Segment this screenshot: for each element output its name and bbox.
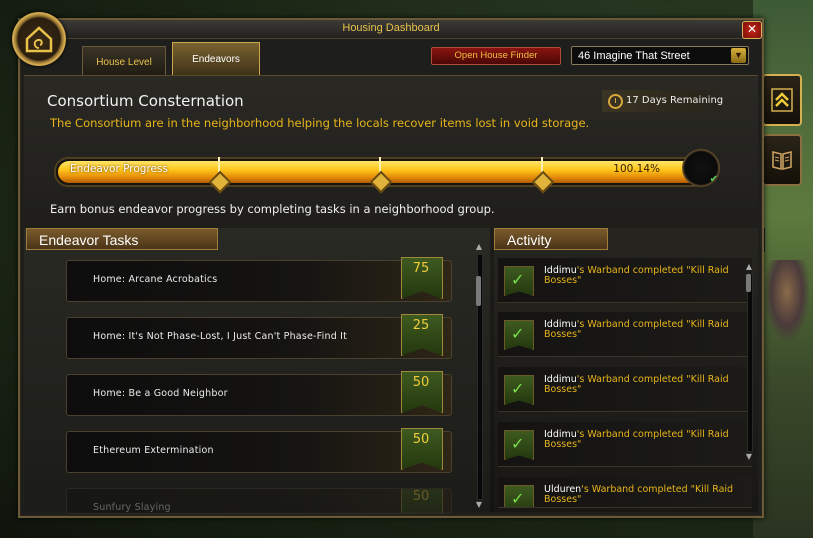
scroll-thumb[interactable] xyxy=(746,274,751,292)
activity-text: Ulduren's Warband completed "Kill Raid B… xyxy=(544,485,734,505)
endeavor-description: The Consortium are in the neighborhood h… xyxy=(50,116,590,130)
open-house-finder-button[interactable]: Open House Finder xyxy=(431,47,561,65)
world-character xyxy=(765,260,809,340)
task-points: 50 xyxy=(412,489,430,504)
activity-item: ✓ Ulduren's Warband completed "Kill Raid… xyxy=(498,477,752,508)
scroll-track[interactable] xyxy=(747,274,753,452)
neighborhood-dropdown[interactable]: 46 Imagine That Street ▼ xyxy=(571,46,749,65)
scroll-up-icon[interactable]: ▲ xyxy=(474,242,484,252)
endeavor-progress-bar: Endeavor Progress 100.14% xyxy=(54,157,708,194)
title-bar[interactable]: Housing Dashboard ✕ xyxy=(20,20,762,39)
task-points: 25 xyxy=(412,318,430,333)
book-icon xyxy=(772,150,792,171)
task-name: Ethereum Extermination xyxy=(93,445,214,456)
clock-icon xyxy=(608,94,623,109)
task-name: Home: It's Not Phase-Lost, I Just Can't … xyxy=(93,331,348,342)
endeavor-tasks-header: Endeavor Tasks xyxy=(26,228,218,250)
task-points: 50 xyxy=(412,375,430,390)
scroll-thumb[interactable] xyxy=(476,276,481,306)
activity-text: Iddimu's Warband completed "Kill Raid Bo… xyxy=(544,375,734,395)
time-remaining-badge: 17 Days Remaining xyxy=(602,90,732,112)
check-icon: ✔ xyxy=(709,174,718,185)
tab-endeavors[interactable]: Endeavors xyxy=(172,42,260,75)
task-row[interactable]: Ethereum Extermination 50 xyxy=(66,428,452,473)
scroll-down-icon[interactable]: ▼ xyxy=(474,500,484,510)
neighborhood-dropdown-value: 46 Imagine That Street xyxy=(578,50,690,62)
progress-reward-orb[interactable]: ✔ xyxy=(682,149,720,187)
activity-scrollbar[interactable]: ▲ ▼ xyxy=(744,262,754,462)
time-remaining-text: 17 Days Remaining xyxy=(626,95,724,106)
activity-text: Iddimu's Warband completed "Kill Raid Bo… xyxy=(544,430,734,450)
side-button-journal[interactable] xyxy=(762,134,802,186)
task-name: Sunfury Slaying xyxy=(93,502,171,513)
task-name: Home: Be a Good Neighbor xyxy=(93,388,228,399)
scroll-up-icon[interactable]: ▲ xyxy=(744,262,754,272)
housing-dashboard-window: Housing Dashboard ✕ House Level Endeavor… xyxy=(18,18,764,518)
check-icon: ✓ xyxy=(504,266,534,296)
check-icon: ✓ xyxy=(504,485,534,507)
bonus-progress-text: Earn bonus endeavor progress by completi… xyxy=(50,202,495,216)
tasks-scrollbar[interactable]: ▲ ▼ xyxy=(474,242,484,510)
scroll-down-icon[interactable]: ▼ xyxy=(744,452,754,462)
activity-item: ✓ Iddimu's Warband completed "Kill Raid … xyxy=(498,312,752,357)
task-row[interactable]: Home: Arcane Acrobatics 75 xyxy=(66,257,452,302)
chevron-down-icon[interactable]: ▼ xyxy=(731,48,746,63)
house-emblem-icon xyxy=(12,12,66,66)
activity-item: ✓ Iddimu's Warband completed "Kill Raid … xyxy=(498,258,752,303)
endeavors-content: Consortium Consternation The Consortium … xyxy=(24,75,758,514)
task-row[interactable]: Home: It's Not Phase-Lost, I Just Can't … xyxy=(66,314,452,359)
task-row[interactable]: Sunfury Slaying 50 xyxy=(66,488,452,514)
upgrade-chevrons-icon xyxy=(771,88,793,112)
window-title: Housing Dashboard xyxy=(342,22,440,34)
check-icon: ✓ xyxy=(504,430,534,460)
progress-label: Endeavor Progress xyxy=(70,163,168,175)
activity-header: Activity xyxy=(494,228,608,250)
task-row[interactable]: Home: Be a Good Neighbor 50 xyxy=(66,371,452,416)
task-points: 50 xyxy=(412,432,430,447)
task-name: Home: Arcane Acrobatics xyxy=(93,274,218,285)
close-button[interactable]: ✕ xyxy=(742,21,762,39)
task-points: 75 xyxy=(412,261,430,276)
check-icon: ✓ xyxy=(504,375,534,405)
progress-percent: 100.14% xyxy=(613,163,660,175)
activity-text: Iddimu's Warband completed "Kill Raid Bo… xyxy=(544,320,734,340)
activity-item: ✓ Iddimu's Warband completed "Kill Raid … xyxy=(498,422,752,467)
activity-text: Iddimu's Warband completed "Kill Raid Bo… xyxy=(544,266,734,286)
tab-house-level[interactable]: House Level xyxy=(82,46,166,75)
check-icon: ✓ xyxy=(504,320,534,350)
activity-item: ✓ Iddimu's Warband completed "Kill Raid … xyxy=(498,367,752,412)
endeavor-title: Consortium Consternation xyxy=(47,92,244,110)
activity-panel: Activity ✓ Iddimu's Warband completed "K… xyxy=(494,228,758,512)
side-button-upgrades[interactable] xyxy=(762,74,802,126)
endeavor-tasks-panel: Endeavor Tasks Home: Arcane Acrobatics 7… xyxy=(24,228,490,514)
